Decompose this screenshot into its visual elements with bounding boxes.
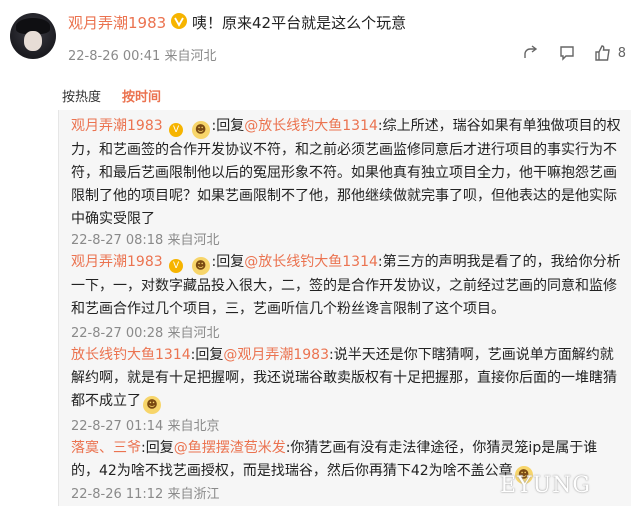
thumbs-up-icon xyxy=(595,45,610,61)
reply-word: :回复 xyxy=(141,440,174,456)
post-text: 咦！原来42平台就是这么个玩意 xyxy=(192,14,407,32)
reply-username[interactable]: 落寞、三爷 xyxy=(71,440,141,456)
like-count: 8 xyxy=(617,45,626,61)
reply-mention[interactable]: @观月弄潮1983 xyxy=(223,347,329,363)
watermark-text: EYUNG xyxy=(500,472,591,498)
reply-item: 放长线钓大鱼1314:回复@观月弄潮1983:说半天还是你下瞎猜啊，艺画说单方面… xyxy=(71,344,623,414)
reply-username[interactable]: 放长线钓大鱼1314 xyxy=(71,347,191,363)
reply-text: :综上所述，瑞谷如果有单独做项目的权力，和艺画签的合作开发协议不符，和之前必须艺… xyxy=(71,118,621,227)
reply-item: 观月弄潮1983 V ☻:回复@放长线钓大鱼1314:综上所述，瑞谷如果有单独做… xyxy=(71,115,623,231)
reply-word: :回复 xyxy=(190,347,224,363)
reply-item: 观月弄潮1983 V ☻:回复@放长线钓大鱼1314:第三方的声明我是看了的，我… xyxy=(71,251,623,321)
weibo-post: 观月弄潮1983 咦！原来42平台就是这么个玩意 22-8-26 00:41 来… xyxy=(0,0,640,78)
vip-badge-icon: V xyxy=(169,259,184,273)
sort-bar: 按热度 按时间 xyxy=(58,86,618,108)
reply-list: 观月弄潮1983 V ☻:回复@放长线钓大鱼1314:综上所述，瑞谷如果有单独做… xyxy=(58,110,631,506)
reply-meta: 22-8-27 01:14 来自北京 xyxy=(71,419,220,434)
avatar-face xyxy=(24,31,42,51)
reply-word: :回复 xyxy=(211,254,245,270)
reply-mention[interactable]: @放长线钓大鱼1314 xyxy=(244,118,378,134)
avatar[interactable] xyxy=(10,13,56,59)
share-button[interactable] xyxy=(522,44,540,62)
sort-by-time-tab[interactable]: 按时间 xyxy=(122,86,161,105)
post-actions: 8 xyxy=(522,44,626,62)
sort-by-hot-tab[interactable]: 按热度 xyxy=(62,86,101,105)
reply-mention[interactable]: @放长线钓大鱼1314 xyxy=(244,254,378,270)
comment-button[interactable] xyxy=(558,44,576,62)
emoji-icon: ☻ xyxy=(143,396,161,414)
emoji-icon: ☻ xyxy=(191,121,210,139)
reply-meta: 22-8-26 11:12 来自浙江 xyxy=(71,487,220,502)
reply-username[interactable]: 观月弄潮1983 xyxy=(71,254,163,270)
post-username[interactable]: 观月弄潮1983 xyxy=(68,12,166,33)
reply-username[interactable]: 观月弄潮1983 xyxy=(71,118,163,134)
emoji-icon: ☻ xyxy=(191,257,210,275)
vip-badge-icon xyxy=(171,13,187,29)
comment-icon xyxy=(560,46,574,61)
reply-mention[interactable]: @鱼摆摆渣苞米发 xyxy=(174,440,286,456)
vip-badge-icon: V xyxy=(169,123,184,137)
reply-word: :回复 xyxy=(211,118,245,134)
reply-meta: 22-8-27 00:28 来自河北 xyxy=(71,326,220,341)
like-button[interactable]: 8 xyxy=(594,44,626,62)
post-meta: 22-8-26 00:41 来自河北 xyxy=(68,49,217,64)
share-icon xyxy=(524,45,537,58)
watermark-logo: EYUNG xyxy=(500,468,634,502)
reply-meta: 22-8-27 08:18 来自河北 xyxy=(71,233,220,248)
